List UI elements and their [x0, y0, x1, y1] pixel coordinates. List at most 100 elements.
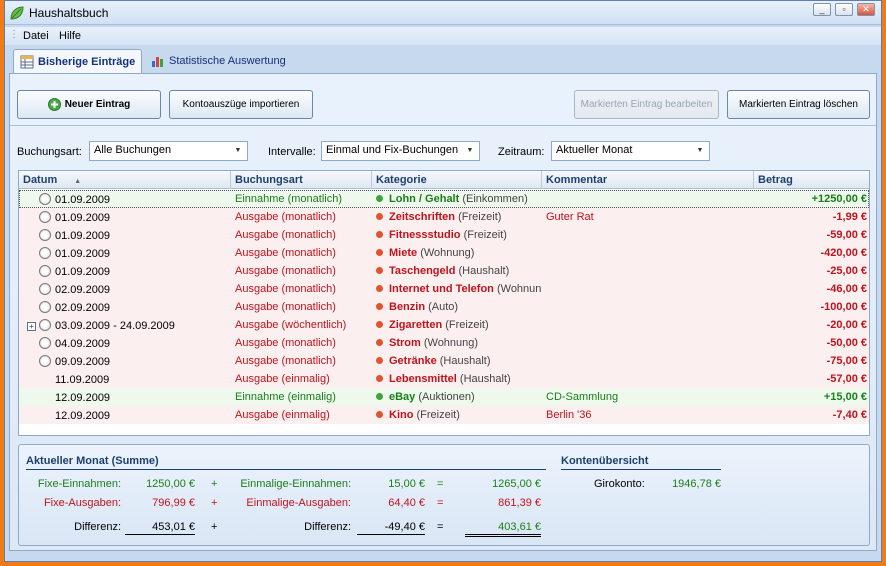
cell-datum: 01.09.2009 [23, 226, 231, 244]
cell-datum: 02.09.2009 [23, 298, 231, 316]
summary-title: Aktueller Monat (Summe) [26, 455, 159, 467]
girokonto-label: Girokonto: [594, 478, 645, 490]
category-bullet-icon [376, 195, 383, 202]
cell-datum: 01.09.2009 [23, 190, 231, 208]
equals-sign: = [437, 478, 444, 490]
tab-bisherige-eintraege[interactable]: Bisherige Einträge [13, 49, 143, 74]
maximize-button[interactable]: ▫ [835, 3, 853, 16]
table-row[interactable]: 12.09.2009 Einnahme (einmalig) eBay (Aukti… [19, 388, 869, 406]
minimize-button[interactable]: _ [813, 3, 831, 16]
cell-kategorie: Fitnessstudio (Freizeit) [372, 226, 542, 244]
cell-kategorie: Benzin (Auto) [372, 298, 542, 316]
table-row[interactable]: 01.09.2009 Einnahme (monatlich) Lohn / Geh… [19, 190, 869, 208]
cell-buchungsart: Ausgabe (monatlich) [235, 301, 336, 313]
cell-kategorie: Kino (Freizeit) [372, 406, 542, 424]
table-row[interactable]: 09.09.2009 Ausgabe (monatlich) Getränke (H… [19, 352, 869, 370]
column-header-kategorie[interactable]: Kategorie [372, 171, 542, 189]
column-header-buchungsart[interactable]: Buchungsart [231, 171, 372, 189]
table-header: Datum ▲ Buchungsart Kategorie Kommentar … [19, 171, 869, 189]
cell-datum: 04.09.2009 [23, 334, 231, 352]
entries-panel: Neuer Eintrag Kontoauszüge importieren M… [9, 73, 877, 551]
girokonto-value: 1946,78 € [672, 478, 721, 490]
total-ausgaben-value: 861,39 € [498, 497, 541, 509]
cell-datum: 01.09.2009 [23, 262, 231, 280]
column-header-betrag[interactable]: Betrag [754, 171, 869, 189]
cell-kategorie: Zeitschriften (Freizeit) [372, 208, 542, 226]
cell-kommentar: CD-Sammlung [546, 391, 619, 403]
table-row[interactable]: 12.09.2009 Ausgabe (einmalig) Kino (Freize… [19, 406, 869, 424]
minimize-icon: _ [819, 4, 825, 14]
edit-label: Markierten Eintrag bearbeiten [580, 99, 713, 110]
einmal-einnahmen-label: Einmalige-Einnahmen: [240, 478, 351, 490]
title-bar[interactable]: Haushaltsbuch _ ▫ ✕ [5, 1, 881, 25]
intervalle-select[interactable]: Einmal und Fix-Buchungen ▼ [321, 141, 480, 161]
cell-datum: 01.09.2009 [23, 244, 231, 262]
konto-title: Kontenübersicht [561, 455, 649, 467]
cell-buchungsart: Ausgabe (monatlich) [235, 283, 336, 295]
category-bullet-icon [376, 249, 383, 256]
table-row[interactable]: 04.09.2009 Ausgabe (monatlich) Strom (Wohn… [19, 334, 869, 352]
cell-datum: 12.09.2009 [23, 388, 231, 406]
new-entry-label: Neuer Eintrag [64, 99, 131, 110]
table-row[interactable]: +03.09.2009 - 24.09.2009 Ausgabe (wöchent… [19, 316, 869, 334]
menu-hilfe[interactable]: Hilfe [59, 30, 81, 42]
column-header-kommentar[interactable]: Kommentar [542, 171, 754, 189]
cell-buchungsart: Einnahme (monatlich) [235, 193, 342, 205]
table-row[interactable]: 02.09.2009 Ausgabe (monatlich) Benzin (Aut… [19, 298, 869, 316]
table-row[interactable]: 01.09.2009 Ausgabe (monatlich) Taschengeld… [19, 262, 869, 280]
table-row[interactable]: 01.09.2009 Ausgabe (monatlich) Zeitschrift… [19, 208, 869, 226]
cell-kommentar: Guter Rat [546, 211, 594, 223]
fixe-differenz-label: Differenz: [74, 521, 121, 533]
cell-betrag: -20,00 € [826, 319, 867, 331]
recurring-clock-icon [39, 355, 51, 367]
cell-datum: 09.09.2009 [23, 352, 231, 370]
cell-buchungsart: Ausgabe (wöchentlich) [235, 319, 347, 331]
new-entry-button[interactable]: Neuer Eintrag [17, 90, 161, 119]
category-bullet-icon [376, 213, 383, 220]
toolbar-divider [10, 125, 876, 126]
plus-sign: + [211, 478, 218, 490]
plus-sign: + [211, 497, 218, 509]
import-label: Kontoauszüge importieren [182, 99, 300, 110]
table-row[interactable]: 01.09.2009 Ausgabe (monatlich) Miete (Wohn… [19, 244, 869, 262]
delete-label: Markierten Eintrag löschen [739, 99, 858, 110]
import-statements-button[interactable]: Kontoauszüge importieren [169, 90, 313, 119]
column-header-datum[interactable]: Datum ▲ [19, 171, 231, 189]
cell-kategorie: eBay (Auktionen) [372, 388, 542, 406]
cell-buchungsart: Ausgabe (monatlich) [235, 355, 336, 367]
table-row[interactable]: 11.09.2009 Ausgabe (einmalig) Lebensmittel… [19, 370, 869, 388]
cell-kategorie: Miete (Wohnung) [372, 244, 542, 262]
equals-sign: = [437, 497, 444, 509]
menu-datei[interactable]: Datei [23, 30, 49, 42]
cell-kommentar [542, 280, 754, 298]
cell-kommentar [542, 262, 754, 280]
recurring-clock-icon [39, 337, 51, 349]
delete-entry-button[interactable]: Markierten Eintrag löschen [727, 90, 870, 119]
tab-statistische-auswertung[interactable]: Statistische Auswertung [145, 49, 292, 73]
cell-kategorie: Taschengeld (Haushalt) [372, 262, 542, 280]
close-icon: ✕ [862, 4, 870, 14]
table-row[interactable]: 02.09.2009 Ausgabe (monatlich) Internet un… [19, 280, 869, 298]
cell-betrag: -57,00 € [826, 373, 867, 385]
konto-title-underline [561, 469, 721, 470]
buchungsart-select[interactable]: Alle Buchungen ▼ [89, 141, 248, 161]
close-button[interactable]: ✕ [857, 3, 875, 16]
zeitraum-select[interactable]: Aktueller Monat ▼ [551, 141, 710, 161]
category-bullet-icon [376, 321, 383, 328]
cell-kommentar [542, 334, 754, 352]
cell-kategorie: Lohn / Gehalt (Einkommen) [372, 190, 542, 208]
edit-entry-button[interactable]: Markierten Eintrag bearbeiten [574, 90, 719, 119]
category-bullet-icon [376, 303, 383, 310]
recurring-clock-icon [39, 229, 51, 241]
intervalle-label: Intervalle: [268, 146, 316, 158]
table-row[interactable]: 01.09.2009 Ausgabe (monatlich) Fitnessstud… [19, 226, 869, 244]
entries-table[interactable]: Datum ▲ Buchungsart Kategorie Kommentar … [18, 170, 870, 436]
table-icon [20, 55, 34, 69]
cell-datum: 02.09.2009 [23, 280, 231, 298]
recurring-clock-icon [39, 283, 51, 295]
cell-betrag: -25,00 € [826, 265, 867, 277]
category-bullet-icon [376, 231, 383, 238]
cell-kommentar [542, 316, 754, 334]
einmal-ausgaben-label: Einmalige-Ausgaben: [246, 497, 351, 509]
expand-icon[interactable]: + [27, 322, 36, 331]
